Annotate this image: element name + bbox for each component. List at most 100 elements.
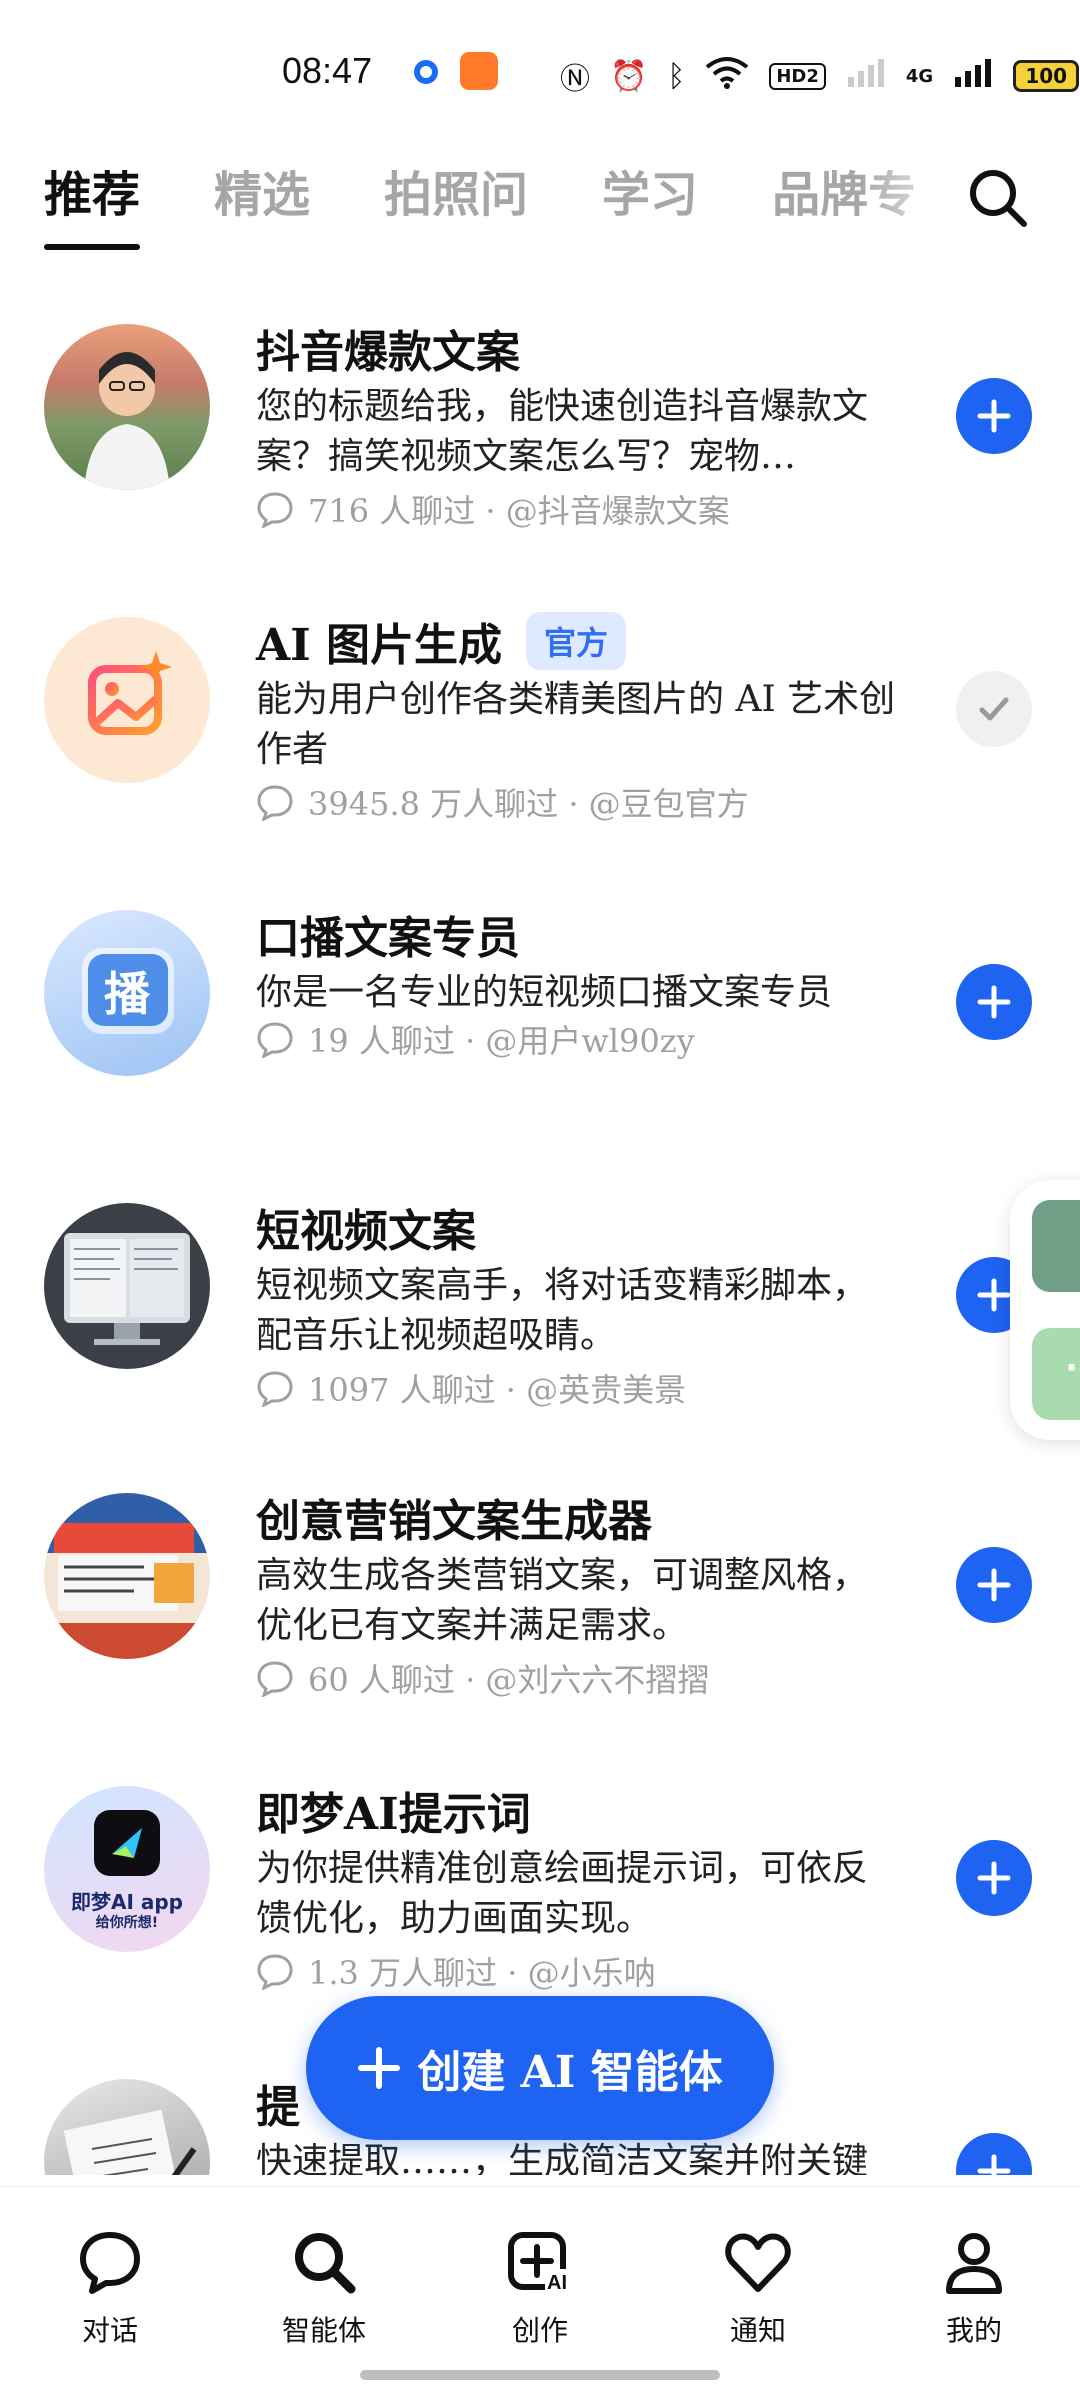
search-button[interactable]: [966, 166, 1030, 230]
agent-list: 抖音爆款文案 您的标题给我，能快速创造抖音爆款文案？搞笑视频文案怎么写？宠物… …: [0, 300, 1080, 2175]
search-icon: [295, 2233, 356, 2294]
avatar: [44, 324, 210, 490]
create-agent-button[interactable]: 创建 AI 智能体: [306, 1996, 774, 2140]
nav-label: 智能体: [281, 2314, 366, 2347]
alarm-icon: ⏰: [610, 58, 648, 94]
nav-label: 通知: [729, 2314, 786, 2347]
agent-description: 你是一名专业的短视频口播文案专员: [256, 972, 833, 1013]
tab-featured[interactable]: 精选: [214, 160, 310, 240]
bluetooth-icon: ᛒ: [667, 58, 686, 94]
chat-count-icon: [257, 1954, 293, 1990]
agent-title: 短视频文案: [256, 1206, 476, 1257]
agent-meta-text: 1.3 万人聊过 · @小乐呐: [308, 1954, 656, 1992]
nfc-icon: Ⓝ: [560, 62, 590, 97]
tab-recommend[interactable]: 推荐: [44, 160, 141, 250]
chat-count-icon: [257, 492, 293, 528]
agent-meta-text: 60 人聊过 · @刘六六不摺摺: [308, 1661, 710, 1699]
add-agent-button[interactable]: [956, 1840, 1032, 1916]
plus-icon: [977, 399, 1011, 433]
added-agent-button[interactable]: [956, 671, 1032, 747]
chat-count-icon: [257, 785, 293, 821]
tabs-fade: [860, 160, 970, 250]
list-item[interactable]: 创意营销文案生成器 高效生成各类营销文案，可调整风格，优化已有文案并满足需求。 …: [0, 1469, 1080, 1762]
agent-title: 抖音爆款文案: [256, 327, 520, 378]
agent-meta: 716 人聊过 · @抖音爆款文案: [256, 486, 730, 532]
hd-badge: HD2: [769, 62, 826, 90]
chat-count-icon: [257, 1661, 293, 1697]
nav-label: 对话: [81, 2314, 138, 2347]
agent-meta: 3945.8 万人聊过 · @豆包官方: [256, 779, 749, 825]
floating-assistant-widget[interactable]: ⋯: [1010, 1180, 1080, 1440]
chat-count-icon: [257, 1022, 293, 1058]
wifi-icon: [705, 55, 749, 97]
plus-icon: [977, 1278, 1011, 1312]
agent-title: 即梦AI提示词: [256, 1789, 531, 1840]
bottom-nav: 对话 智能体 AI 创作 通知 我的: [0, 2186, 1080, 2400]
network-label: 4G: [905, 65, 934, 87]
agent-meta: 1.3 万人聊过 · @小乐呐: [256, 1948, 656, 1994]
agent-description: 短视频文案高手，将对话变精彩脚本，配音乐让视频超吸睛。: [256, 1265, 869, 1356]
plus-icon: [977, 1861, 1011, 1895]
list-item[interactable]: 播 口播文案专员 你是一名专业的短视频口播文案专员 19 人聊过 · @用户wl…: [0, 886, 1080, 1179]
add-agent-button[interactable]: [956, 2133, 1032, 2175]
list-item[interactable]: AI 图片生成 官方 能为用户创作各类精美图片的 AI 艺术创作者 3945.8…: [0, 593, 1080, 886]
assistant-avatar[interactable]: [1032, 1200, 1080, 1292]
add-agent-button[interactable]: [956, 378, 1032, 454]
avatar: [44, 2079, 210, 2175]
nav-chat[interactable]: 对话: [30, 2227, 190, 2349]
status-time: 08:47: [282, 50, 373, 91]
avatar: 即梦AI app 给你所想!: [44, 1786, 210, 1952]
avatar-app-name: 即梦AI app: [70, 1890, 183, 1914]
more-icon[interactable]: ⋯: [1032, 1328, 1080, 1420]
official-badge: 官方: [526, 612, 627, 670]
plus-icon: [977, 985, 1011, 1019]
create-ai-icon: AI: [508, 2232, 575, 2294]
avatar: 播: [44, 910, 210, 1076]
avatar-app-slogan: 给你所想!: [95, 1915, 159, 1931]
search-icon: [970, 170, 1027, 227]
chat-bubble-icon: [80, 2232, 140, 2294]
agent-description: 为你提供精准创意绘画提示词，可依反馈优化，助力画面实现。: [256, 1848, 869, 1939]
signal-strong-icon: [953, 57, 993, 95]
agent-meta-text: 716 人聊过 · @抖音爆款文案: [308, 492, 730, 530]
agent-meta: 19 人聊过 · @用户wl90zy: [256, 1016, 695, 1062]
avatar: [44, 1493, 210, 1659]
svg-text:AI: AI: [547, 2272, 567, 2294]
agent-description: 您的标题给我，能快速创造抖音爆款文案？搞笑视频文案怎么写？宠物…: [256, 386, 869, 477]
nav-create[interactable]: AI 创作: [460, 2227, 620, 2349]
agent-meta: 60 人聊过 · @刘六六不摺摺: [256, 1655, 709, 1701]
agent-title: AI 图片生成 官方: [256, 609, 627, 673]
check-icon: [979, 697, 1009, 721]
nav-label: 创作: [511, 2314, 568, 2347]
agent-title: 创意营销文案生成器: [256, 1496, 652, 1547]
image-sparkle-icon: [88, 651, 172, 735]
list-item[interactable]: 抖音爆款文案 您的标题给我，能快速创造抖音爆款文案？搞笑视频文案怎么写？宠物… …: [0, 300, 1080, 593]
signal-icon: [846, 57, 886, 95]
app-notification-icon: [460, 52, 498, 90]
plus-icon: [358, 2047, 401, 2089]
tab-photo-ask[interactable]: 拍照问: [384, 160, 528, 240]
app-notification-dot-icon: [414, 60, 438, 84]
list-item[interactable]: 短视频文案 短视频文案高手，将对话变精彩脚本，配音乐让视频超吸睛。 1097 人…: [0, 1179, 1080, 1469]
nav-notifications[interactable]: 通知: [678, 2227, 838, 2349]
nav-profile[interactable]: 我的: [894, 2227, 1054, 2349]
nav-label: 我的: [945, 2314, 1002, 2347]
category-tabs: 推荐 精选 拍照问 学习 品牌专: [44, 160, 994, 260]
tab-study[interactable]: 学习: [602, 160, 698, 240]
avatar: [44, 1203, 210, 1369]
agent-title: 提: [256, 2082, 300, 2133]
create-agent-label: 创建 AI 智能体: [417, 2047, 723, 2098]
avatar: [44, 617, 210, 783]
plus-icon: [977, 1568, 1011, 1602]
agent-meta: 1097 人聊过 · @英贵美景: [256, 1365, 686, 1411]
jimeng-logo-icon: [94, 1810, 160, 1876]
home-indicator[interactable]: [360, 2370, 720, 2380]
status-bar: 08:47 Ⓝ ⏰ ᛒ HD2 4G 100: [0, 0, 1080, 140]
add-agent-button[interactable]: [956, 1547, 1032, 1623]
chat-count-icon: [257, 1371, 293, 1407]
nav-agents[interactable]: 智能体: [244, 2227, 404, 2349]
plus-icon: [977, 2154, 1011, 2175]
add-agent-button[interactable]: [956, 964, 1032, 1040]
agent-title: 口播文案专员: [256, 913, 520, 964]
status-right-icons: Ⓝ ⏰ ᛒ HD2 4G 100: [560, 54, 1080, 98]
